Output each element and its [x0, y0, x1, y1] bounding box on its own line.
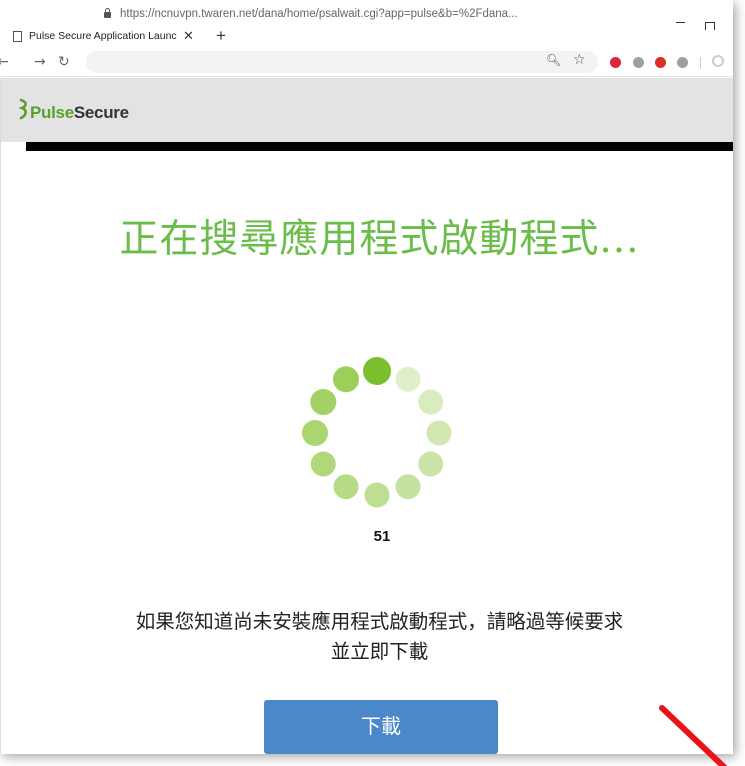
browser-window: Pulse Secure Application Launc ✕ + ← → ↻…: [0, 0, 733, 754]
logo-pulse-text: Pulse: [30, 103, 74, 122]
spinner-dot: [310, 389, 337, 415]
extension-icon[interactable]: [655, 57, 666, 68]
header-divider-bar: [26, 142, 733, 151]
browser-toolbar: ← → ↻: [0, 48, 733, 77]
toolbar-divider: [700, 57, 701, 69]
tab-title: Pulse Secure Application Launc: [29, 30, 177, 42]
spinner-dot: [333, 474, 359, 500]
page-border: [0, 78, 1, 754]
profile-icon[interactable]: [712, 55, 724, 67]
info-text: 如果您知道尚未安裝應用程式啟動程式，請略過等候要求 並立即下載: [26, 607, 733, 667]
new-tab-button[interactable]: +: [216, 25, 226, 47]
extension-icon[interactable]: [633, 57, 644, 68]
maximize-icon[interactable]: [705, 22, 715, 30]
spinner-dot: [395, 474, 421, 500]
bookmark-star-icon[interactable]: ☆: [573, 52, 586, 68]
spinner-dot: [363, 357, 391, 385]
lock-icon: [104, 8, 111, 18]
page-heading: 正在搜尋應用程式啟動程式...: [119, 217, 640, 262]
extension-icon[interactable]: [610, 57, 621, 68]
forward-icon[interactable]: →: [34, 53, 46, 71]
back-icon[interactable]: ←: [0, 53, 9, 71]
spinner-dot: [395, 366, 421, 392]
logo-secure-text: Secure: [73, 103, 129, 122]
pulse-secure-logo: PulseSecure: [30, 103, 129, 123]
spinner-dot: [364, 482, 390, 508]
info-line-2: 並立即下載: [330, 640, 429, 663]
page-icon: [13, 30, 22, 42]
spinner-dot: [310, 451, 336, 477]
info-line-1: 如果您知道尚未安裝應用程式啟動程式，請略過等候要求: [135, 610, 624, 633]
minimize-icon[interactable]: [676, 22, 685, 23]
download-button[interactable]: 下載: [264, 700, 498, 754]
reload-icon[interactable]: ↻: [58, 53, 70, 71]
spinner-dot: [333, 366, 359, 393]
spinner-dot: [426, 420, 452, 446]
address-bar[interactable]: [86, 51, 598, 73]
spinner-dot: [418, 451, 444, 477]
url-text[interactable]: https://ncnuvpn.twaren.net/dana/home/psa…: [120, 8, 540, 20]
zoom-icon[interactable]: 🔍︎: [546, 53, 561, 67]
spinner-dot: [418, 389, 444, 415]
loading-spinner: [302, 357, 452, 508]
extension-icon[interactable]: [677, 57, 688, 68]
countdown-number: 51: [373, 528, 391, 545]
tab-close-icon[interactable]: ✕: [183, 28, 194, 44]
spinner-dot: [302, 420, 328, 446]
tab-pulse-secure[interactable]: Pulse Secure Application Launc ✕: [0, 24, 210, 48]
pulse-header: PulseSecure: [0, 78, 733, 142]
